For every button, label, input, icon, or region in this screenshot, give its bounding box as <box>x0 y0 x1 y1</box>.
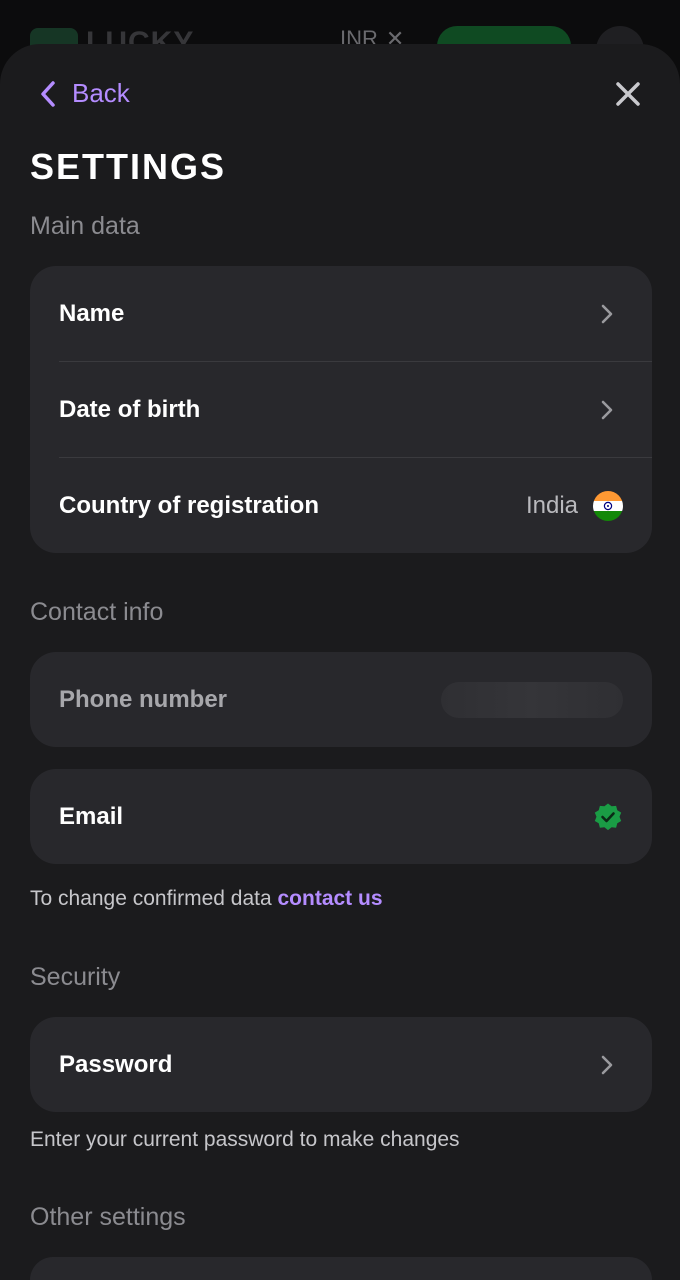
section-label-security: Security <box>30 963 121 991</box>
email-card: Email <box>30 769 652 864</box>
chevron-right-icon <box>601 1055 613 1074</box>
date-of-birth-row[interactable]: Date of birth <box>30 362 652 457</box>
country-value: India <box>525 491 578 519</box>
close-icon[interactable] <box>612 78 644 110</box>
section-label-main-data: Main data <box>30 212 140 240</box>
chevron-right-icon <box>601 304 613 323</box>
section-label-other-settings: Other settings <box>30 1203 186 1231</box>
back-button[interactable]: Back <box>38 78 130 109</box>
chevron-left-icon <box>41 80 55 107</box>
chevron-right-icon <box>601 400 613 419</box>
page-title: SETTINGS <box>30 146 227 187</box>
india-flag-icon <box>593 490 623 521</box>
phone-label: Phone number <box>59 685 228 713</box>
name-row[interactable]: Name <box>30 266 652 361</box>
password-label: Password <box>59 1050 173 1078</box>
main-data-card: Name Date of birth Country of registrati… <box>30 266 652 553</box>
section-label-contact-info: Contact info <box>30 598 164 626</box>
country-row: Country of registration India <box>30 458 652 553</box>
email-row: Email <box>30 769 652 864</box>
contact-note-text: To change confirmed data <box>30 887 272 910</box>
password-row[interactable]: Password <box>30 1017 652 1112</box>
phone-card: Phone number <box>30 652 652 747</box>
contact-note: To change confirmed data contact us <box>30 887 383 911</box>
other-settings-card <box>30 1257 652 1280</box>
password-note: Enter your current password to make chan… <box>30 1128 460 1151</box>
password-card: Password <box>30 1017 652 1112</box>
contact-us-link[interactable]: contact us <box>278 887 383 910</box>
phone-value-masked <box>441 681 623 718</box>
email-label: Email <box>59 802 124 830</box>
name-label: Name <box>59 299 125 327</box>
sheet-topbar: Back <box>0 78 680 114</box>
back-label: Back <box>72 78 130 108</box>
verified-badge-icon <box>594 803 622 830</box>
phone-row: Phone number <box>30 652 652 747</box>
country-label: Country of registration <box>59 491 320 519</box>
date-of-birth-label: Date of birth <box>59 395 201 423</box>
